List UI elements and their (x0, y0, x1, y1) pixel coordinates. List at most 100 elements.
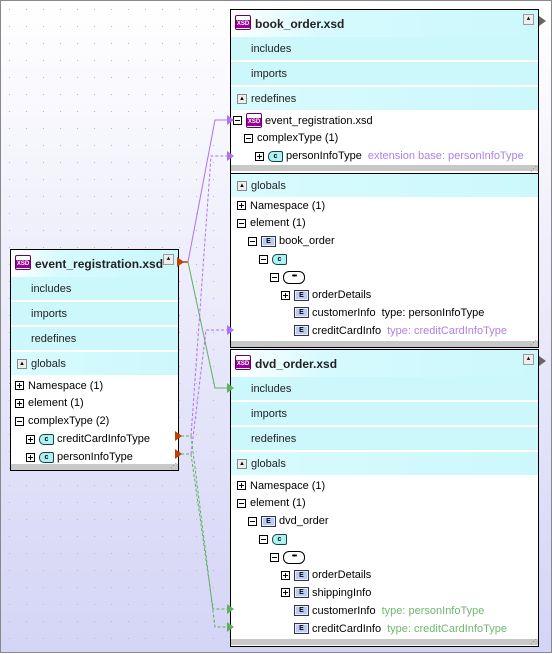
collapse-component-button[interactable]: ▲ (523, 14, 534, 25)
section-redefines[interactable]: redefines (11, 327, 178, 351)
xsd-file-icon (235, 15, 251, 30)
horizontal-scrollbar[interactable] (231, 165, 538, 171)
xsd-file-icon (235, 355, 251, 370)
collapse-icon[interactable] (259, 534, 268, 544)
section-label: includes (251, 382, 292, 395)
port-person-out[interactable] (175, 449, 182, 459)
row-label: creditCardInfo (312, 622, 382, 635)
horizontal-scrollbar[interactable] (231, 639, 538, 645)
element-icon: E (261, 235, 276, 247)
collapse-globals-icon[interactable]: ▲ (237, 459, 247, 469)
collapse-icon[interactable] (270, 272, 279, 282)
collapse-icon[interactable] (270, 552, 279, 562)
collapse-icon[interactable] (259, 254, 268, 264)
tree-row[interactable]: EcustomerInfo type: personInfoType (281, 304, 484, 321)
section-imports[interactable]: imports (231, 62, 538, 86)
section-imports[interactable]: imports (11, 302, 178, 326)
collapse-component-button[interactable]: ▲ (523, 354, 534, 365)
component-header[interactable]: dvd_order.xsd ▲ (231, 350, 538, 377)
expand-icon[interactable] (281, 290, 290, 300)
event-registration-component[interactable]: event_registration.xsd▲includesimportsre… (10, 249, 179, 471)
expand-icon[interactable] (255, 151, 264, 161)
section-includes[interactable]: includes (231, 37, 538, 61)
port-book-out[interactable] (539, 16, 546, 26)
tree-row[interactable]: complexType (2) (15, 413, 109, 430)
collapse-icon[interactable] (248, 516, 257, 526)
port-dvd-includes-in[interactable] (227, 383, 234, 393)
tree-row[interactable]: element (1) (237, 495, 306, 512)
collapse-icon[interactable] (233, 116, 242, 125)
tree-row[interactable]: Namespace (1) (237, 477, 325, 494)
port-book-credit-in[interactable] (227, 325, 234, 335)
expand-icon[interactable] (26, 434, 35, 444)
expand-icon[interactable] (15, 381, 24, 390)
tree-row[interactable]: Namespace (1) (15, 377, 103, 394)
tree-row[interactable]: EshippingInfo (281, 584, 371, 601)
tree-row[interactable]: event_registration.xsd (233, 112, 373, 129)
port-dvd-customer-in[interactable] (227, 604, 234, 614)
tree-row[interactable]: c (259, 531, 290, 548)
tree-row[interactable]: Edvd_order (248, 513, 329, 530)
port-dvd-out[interactable] (539, 356, 546, 366)
tree-row[interactable]: EorderDetails (281, 287, 371, 304)
section-redefines[interactable]: ▲ redefines (231, 87, 538, 111)
tree-row[interactable]: ••• (270, 549, 308, 566)
collapse-icon[interactable] (15, 416, 24, 426)
port-credit-out[interactable] (175, 431, 182, 441)
expand-icon[interactable] (237, 201, 246, 210)
resize-grip-icon[interactable]: ⋰ (530, 339, 537, 347)
collapse-globals-icon[interactable]: ▲ (237, 181, 247, 191)
tree-row[interactable]: EcreditCardInfo type: creditCardInfoType (281, 620, 507, 637)
tree-row[interactable]: element (1) (237, 215, 306, 232)
tree-row[interactable]: ••• (270, 269, 308, 286)
collapse-icon[interactable] (248, 236, 257, 246)
port-er-out[interactable] (177, 257, 184, 267)
tree-row[interactable]: c (259, 251, 290, 268)
tree-row[interactable]: c personInfoType extension base: personInf… (255, 148, 524, 165)
port-book-import-in[interactable] (227, 115, 234, 125)
expand-icon[interactable] (237, 481, 246, 490)
tree-row[interactable]: EorderDetails (281, 567, 371, 584)
collapse-redefines-icon[interactable]: ▲ (237, 94, 247, 104)
expand-icon[interactable] (26, 452, 35, 462)
row-label: personInfoType (286, 150, 362, 163)
component-header[interactable]: event_registration.xsd▲ (11, 250, 178, 277)
horizontal-scrollbar[interactable] (11, 464, 178, 470)
expand-icon[interactable] (281, 570, 290, 580)
resize-grip-icon[interactable]: ⋰ (530, 638, 537, 646)
expand-icon[interactable] (281, 588, 290, 598)
expand-icon[interactable] (15, 398, 24, 408)
tree-row[interactable]: EcreditCardInfo type: creditCardInfoType (281, 322, 507, 339)
section-redefines[interactable]: redefines (231, 427, 538, 451)
section-imports[interactable]: imports (231, 402, 538, 426)
tree-row[interactable]: element (1) (15, 395, 84, 412)
collapse-component-button[interactable]: ▲ (163, 254, 174, 265)
tree-row[interactable]: Ebook_order (248, 233, 335, 250)
collapse-icon[interactable] (244, 133, 253, 143)
collapse-globals-icon[interactable]: ▲ (17, 359, 27, 369)
port-dvd-credit-in[interactable] (227, 622, 234, 632)
section-globals[interactable]: ▲ globals (231, 452, 538, 476)
horizontal-scrollbar[interactable] (231, 341, 538, 347)
tree-row[interactable]: c creditCardInfoType (26, 431, 150, 448)
type-annotation: type: creditCardInfoType (387, 622, 507, 635)
book-order-globals-panel[interactable]: ▲ globals Namespace (1) element (1) Ebook_or… (230, 173, 539, 348)
section-includes[interactable]: includes (231, 377, 538, 401)
tree-row[interactable]: complexType (1) (244, 130, 338, 147)
section-includes[interactable]: includes (11, 277, 178, 301)
port-book-person-in[interactable] (227, 151, 234, 161)
row-label: customerInfo (312, 604, 376, 617)
tree-row[interactable]: Namespace (1) (237, 197, 325, 214)
section-globals[interactable]: ▲ globals (11, 352, 178, 376)
collapse-icon[interactable] (237, 498, 246, 508)
collapse-icon[interactable] (237, 218, 246, 228)
dvd-order-component[interactable]: dvd_order.xsd ▲ includes imports redefines ▲ g… (230, 349, 539, 647)
section-globals[interactable]: ▲ globals (231, 174, 538, 198)
tree-row[interactable]: EcustomerInfo type: personInfoType (281, 602, 484, 619)
diagram-canvas[interactable]: event_registration.xsd▲includesimportsre… (0, 0, 552, 653)
resize-grip-icon[interactable]: ⋰ (530, 165, 537, 173)
component-header[interactable]: book_order.xsd ▲ (231, 10, 538, 37)
resize-grip-icon[interactable]: ⋰ (170, 462, 177, 470)
book-order-component[interactable]: book_order.xsd ▲ includes imports ▲ redefines… (230, 9, 539, 174)
